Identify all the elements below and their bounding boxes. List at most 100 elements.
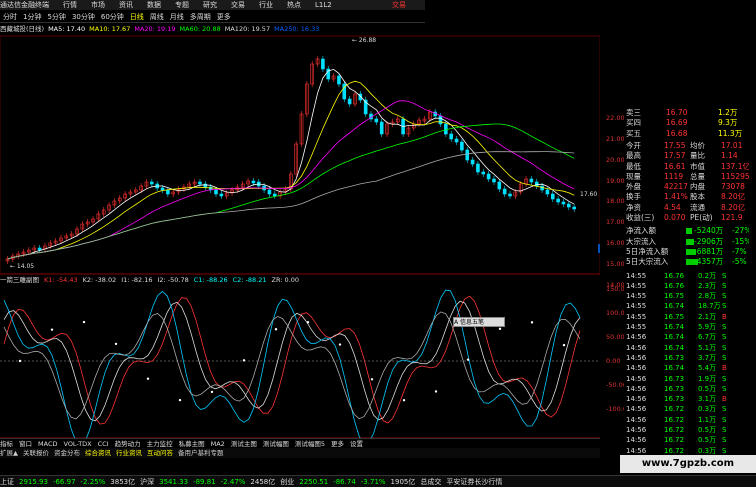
extension-tab-6[interactable]: 备用户基利专题 <box>178 449 224 457</box>
menu-item-8[interactable]: 热点 <box>287 1 301 9</box>
candle-body <box>497 181 502 190</box>
stat-label: 股本 <box>690 192 705 202</box>
indicator-tab-5[interactable]: 趋势动力 <box>115 440 141 448</box>
indicator-tab-7[interactable]: 私募主图 <box>179 440 205 448</box>
candle-body <box>337 75 341 85</box>
tick-side: S <box>722 374 727 383</box>
extension-tab-4[interactable]: 行业资讯 <box>116 449 142 457</box>
ma-label-3: MA60: 20.88 <box>179 25 221 33</box>
tick-side: S <box>722 426 727 434</box>
extension-tab-0[interactable]: 扩展▲ <box>0 449 18 457</box>
period-tab-3[interactable]: 30分钟 <box>72 13 95 21</box>
signal-dot <box>50 328 54 331</box>
tick-time: 14:56 <box>626 364 647 373</box>
tick-row: 14:56 16.73 0.5万 S <box>624 384 749 394</box>
indicator-tab-2[interactable]: MACD <box>38 440 57 448</box>
tick-side: S <box>722 405 727 414</box>
menu-item-3[interactable]: 数据 <box>147 1 161 9</box>
indicator-tab-8[interactable]: MA2 <box>211 440 225 448</box>
period-tab-2[interactable]: 5分钟 <box>47 13 65 21</box>
tick-row: 14:56 16.74 5.1万 S <box>624 343 749 353</box>
indicator-tab-13[interactable]: 设置 <box>350 440 363 448</box>
menu-item-1[interactable]: 市场 <box>91 1 105 9</box>
stat-value: 73078 <box>721 182 745 192</box>
indicator-tab-10[interactable]: 测试幅图 <box>263 440 289 448</box>
indicator-tab-12[interactable]: 更多 <box>331 440 344 448</box>
tick-time: 14:56 <box>626 426 647 434</box>
tick-side: B <box>722 312 727 321</box>
tick-volume: 2.8万 <box>698 292 717 301</box>
extension-tab-1[interactable]: 关联报价 <box>23 449 49 457</box>
indicator-tab-6[interactable]: 主力监控 <box>147 440 173 448</box>
flow-label: 净流入额 <box>626 226 656 236</box>
stat-value: 17.57 <box>664 151 686 161</box>
stat-row: 最高 17.57 量比 1.14 <box>624 151 749 161</box>
indicator-tab-9[interactable]: 测试主图 <box>231 440 257 448</box>
tick-row: 14:56 16.73 3.1万 B <box>624 394 749 404</box>
tick-price: 16.74 <box>664 333 685 342</box>
menu-item-2[interactable]: 资讯 <box>119 1 133 9</box>
tick-row: 14:55 16.74 18.7万 S <box>624 301 749 311</box>
period-tab-6[interactable]: 周线 <box>150 13 164 21</box>
menu-item-7[interactable]: 行业 <box>259 1 273 9</box>
last-marker: 17.60 <box>580 191 597 198</box>
extension-tab-2[interactable]: 资金分布 <box>54 449 80 457</box>
period-tab-4[interactable]: 60分钟 <box>101 13 124 21</box>
tick-price: 16.72 <box>664 405 685 414</box>
level-volume: 1.2万 <box>718 108 738 117</box>
trade-button[interactable]: 交易 <box>392 0 426 10</box>
indicator-tab-11[interactable]: 测试幅图5 <box>295 440 325 448</box>
low-marker: ← 14.05 <box>10 263 34 270</box>
indicator-tab-0[interactable]: 指标 <box>0 440 13 448</box>
price-tick: 19.00 <box>606 177 625 185</box>
indicator-tab-1[interactable]: 窗口 <box>19 440 32 448</box>
menu-item-9[interactable]: L1L2 <box>315 1 332 9</box>
period-tab-7[interactable]: 月线 <box>170 13 184 21</box>
index-value-3: -2.25% <box>80 478 106 486</box>
flow-pct: -27% <box>732 226 749 236</box>
price-tick: 20.00 <box>606 156 625 164</box>
signal-dot <box>114 342 118 346</box>
stat-label: 内盘 <box>690 182 705 192</box>
menu-item-4[interactable]: 专题 <box>175 1 189 9</box>
app-title: 通达信金融终端 <box>0 1 49 9</box>
period-tab-8[interactable]: 多周期 <box>190 13 211 21</box>
kline-chart[interactable]: 2022年82022/07/07910E ← 26.88← 14.0517.60… <box>0 24 600 462</box>
extension-tab-5[interactable]: 互动问答 <box>147 449 173 457</box>
extension-tab-3[interactable]: 综合资讯 <box>85 449 111 457</box>
stat-label: 收益(三) <box>626 213 655 222</box>
stat-row: 最低 16.61 市值 137.1亿 <box>624 162 749 172</box>
indicator-tab-3[interactable]: VOL-TDX <box>63 440 91 448</box>
tick-row: 14:56 16.73 1.9万 S <box>624 374 749 384</box>
menu-item-6[interactable]: 交易 <box>231 1 245 9</box>
tick-volume: 5.9万 <box>698 323 717 331</box>
candle-body <box>508 193 512 197</box>
candle-body <box>166 189 170 195</box>
candle-body <box>572 206 576 210</box>
menu-item-5[interactable]: 研究 <box>203 1 217 9</box>
tick-volume: 1.9万 <box>698 374 717 383</box>
stat-value: 4.54 <box>664 202 681 212</box>
stat-value: 16.61 <box>664 161 686 171</box>
menu-item-0[interactable]: 行情 <box>63 1 77 9</box>
indicator-tab-4[interactable]: CCI <box>98 440 109 448</box>
tick-price: 16.74 <box>664 343 685 352</box>
oscillator-header: 一箭三雕副图 K1: -54.43 K2: -38.02 I1: -82.16 I2: … <box>0 275 425 285</box>
period-tab-9[interactable]: 更多 <box>217 13 231 21</box>
c1-line <box>3 289 581 447</box>
period-tab-1[interactable]: 1分钟 <box>23 13 41 21</box>
candle-body <box>219 193 224 197</box>
tick-price: 16.74 <box>664 364 685 373</box>
candle-body <box>444 123 448 135</box>
osc-value-4: C1: -88.26 <box>193 276 228 284</box>
tick-time: 14:56 <box>626 333 647 342</box>
osc-tick: 50.00 <box>606 333 625 341</box>
info-popup[interactable]: A 信息五笔 <box>453 317 505 327</box>
stat-label: 净资 <box>626 202 641 212</box>
candle-body <box>321 58 325 70</box>
candle-body <box>37 247 42 251</box>
tdx-terminal: 通达信金融终端 行情 市场 资讯 数据 专题 研究 交易 行业 热点 L1L2 交易 分时 1分钟 5分… <box>0 0 756 487</box>
period-tab-0[interactable]: 分时 <box>3 13 17 21</box>
period-tab-5[interactable]: 日线 <box>130 13 144 21</box>
tick-price: 16.72 <box>664 436 685 445</box>
